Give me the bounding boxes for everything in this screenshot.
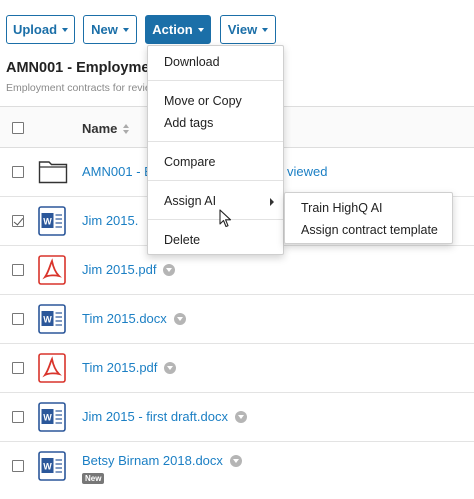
submenu-item-train-highq-ai[interactable]: Train HighQ AI — [301, 201, 383, 215]
action-button[interactable]: Action — [145, 15, 211, 44]
svg-text:W: W — [43, 315, 52, 325]
row-name-link[interactable]: Jim 2015. — [82, 213, 138, 228]
row-name: Tim 2015.pdf — [82, 360, 158, 375]
name-column-label: Name — [82, 121, 118, 136]
download-icon[interactable] — [173, 312, 186, 325]
table-row[interactable]: W Jim 2015 - first draft.docx — [0, 393, 474, 442]
row-checkbox[interactable] — [12, 166, 24, 178]
action-menu: Download Move or Copy Add tags Compare A… — [147, 45, 284, 255]
row-name-link[interactable]: AMN001 - E — [82, 164, 153, 179]
name-column-header[interactable]: Name — [82, 121, 130, 136]
download-icon[interactable] — [234, 410, 247, 423]
word-file-icon: W — [38, 402, 66, 432]
row-name: Jim 2015 - first draft.docx — [82, 409, 228, 424]
menu-divider — [148, 219, 283, 220]
word-file-icon: W — [38, 206, 66, 236]
word-file-icon: W — [38, 304, 66, 334]
pdf-file-icon — [38, 255, 66, 285]
folder-icon — [38, 161, 68, 184]
table-row[interactable]: Tim 2015.pdf — [0, 344, 474, 393]
chevron-down-icon — [262, 28, 269, 32]
view-button-label: View — [227, 22, 258, 37]
svg-text:W: W — [43, 462, 52, 472]
menu-divider — [148, 80, 283, 81]
download-icon[interactable] — [229, 454, 242, 467]
chevron-down-icon — [62, 28, 69, 32]
table-row[interactable]: W Betsy Birnam 2018.docx New — [0, 442, 474, 498]
new-badge: New — [82, 473, 105, 484]
select-all-checkbox[interactable] — [12, 122, 24, 134]
upload-button-label: Upload — [12, 22, 58, 37]
row-name: Tim 2015.docx — [82, 311, 167, 326]
row-name-link[interactable]: Jim 2015.pdf — [82, 262, 176, 277]
upload-button[interactable]: Upload — [6, 15, 75, 44]
mouse-cursor-icon — [219, 209, 232, 228]
menu-divider — [148, 180, 283, 181]
row-checkbox[interactable] — [12, 411, 24, 423]
toolbar: Upload New Action View — [0, 0, 474, 50]
row-name-link[interactable]: Jim 2015 - first draft.docx — [82, 409, 247, 424]
row-checkbox[interactable] — [12, 215, 24, 227]
download-icon[interactable] — [163, 263, 176, 276]
row-name-link[interactable]: Tim 2015.pdf — [82, 360, 177, 375]
row-checkbox[interactable] — [12, 313, 24, 325]
chevron-right-icon — [270, 198, 274, 206]
row-name: Jim 2015. — [82, 213, 139, 228]
new-button-label: New — [91, 22, 118, 37]
view-button[interactable]: View — [220, 15, 276, 44]
pdf-file-icon — [38, 353, 66, 383]
assign-ai-submenu: Train HighQ AI Assign contract template — [284, 192, 453, 244]
download-icon[interactable] — [164, 361, 177, 374]
svg-text:W: W — [43, 217, 52, 227]
submenu-item-assign-contract-template[interactable]: Assign contract template — [301, 223, 438, 237]
menu-item-compare[interactable]: Compare — [164, 155, 215, 169]
chevron-down-icon — [197, 28, 204, 32]
page-subtitle: Employment contracts for review — [6, 82, 159, 94]
word-file-icon: W — [38, 451, 66, 481]
new-button[interactable]: New — [83, 15, 137, 44]
row-name: Jim 2015.pdf — [82, 262, 157, 277]
row-name: Betsy Birnam 2018.docx — [82, 453, 223, 468]
row-name-link[interactable]: Tim 2015.docx — [82, 311, 186, 326]
menu-item-download[interactable]: Download — [164, 55, 220, 69]
action-button-label: Action — [152, 22, 193, 37]
row-name: AMN001 - E — [82, 164, 153, 179]
chevron-down-icon — [122, 28, 129, 32]
menu-divider — [148, 141, 283, 142]
menu-item-assign-ai[interactable]: Assign AI — [164, 194, 216, 208]
row-checkbox[interactable] — [12, 460, 24, 472]
sort-icon — [123, 123, 130, 134]
menu-item-delete[interactable]: Delete — [164, 233, 200, 247]
row-checkbox[interactable] — [12, 362, 24, 374]
row-checkbox[interactable] — [12, 264, 24, 276]
menu-item-add-tags[interactable]: Add tags — [164, 116, 213, 130]
table-row[interactable]: W Tim 2015.docx — [0, 295, 474, 344]
menu-item-move-or-copy[interactable]: Move or Copy — [164, 94, 242, 108]
row-name-link[interactable]: Betsy Birnam 2018.docx — [82, 453, 242, 468]
svg-text:W: W — [43, 413, 52, 423]
row-name-suffix[interactable]: viewed — [287, 164, 327, 179]
